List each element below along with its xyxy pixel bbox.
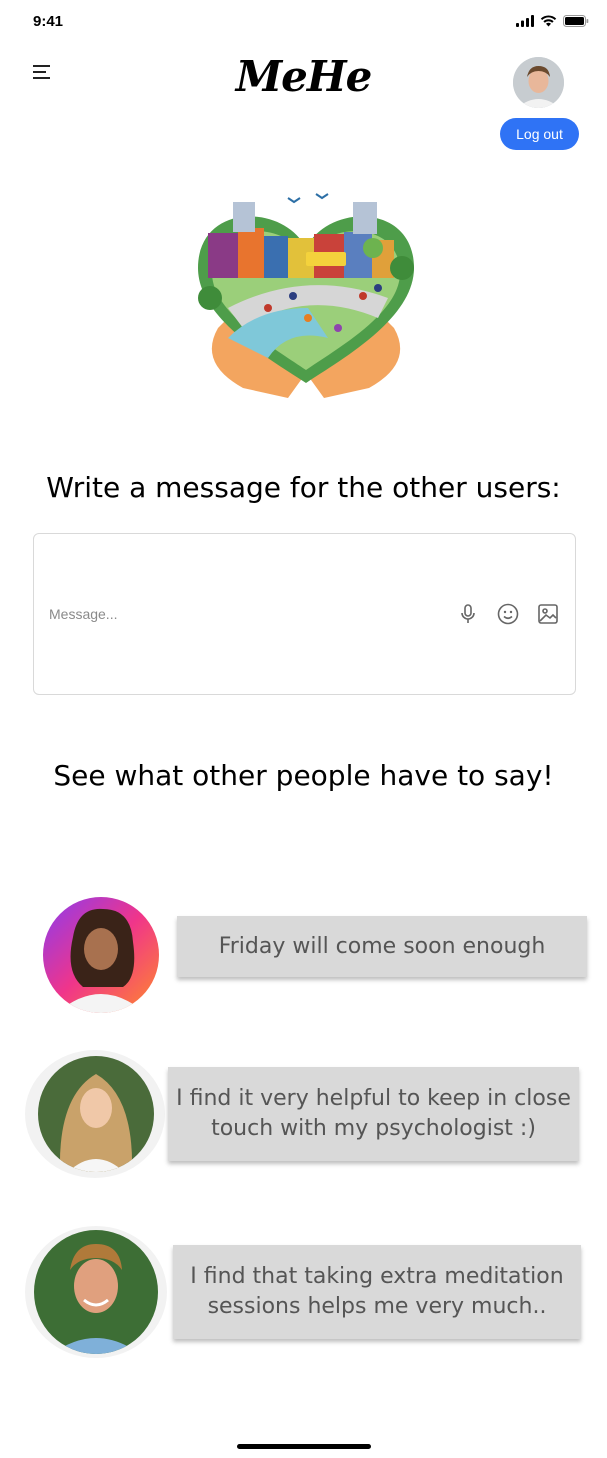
post-message: I find it very helpful to keep in close …: [168, 1067, 579, 1161]
emoji-icon[interactable]: [496, 602, 520, 626]
feed-title: See what other people have to say!: [53, 759, 554, 792]
community-heart-illustration: [198, 193, 414, 398]
post-avatar[interactable]: [43, 897, 159, 1013]
microphone-icon[interactable]: [456, 602, 480, 626]
message-box: [33, 533, 576, 695]
battery-icon: [563, 15, 589, 27]
logout-button[interactable]: Log out: [500, 118, 579, 150]
status-time: 9:41: [33, 13, 64, 30]
wifi-icon: [540, 15, 557, 27]
status-icons: [516, 15, 589, 27]
post-message: Friday will come soon enough: [177, 916, 587, 977]
message-input[interactable]: [49, 602, 429, 626]
status-bar: 9:41: [0, 0, 607, 44]
post-avatar[interactable]: [38, 1056, 154, 1172]
signal-icon: [516, 15, 534, 27]
post-message: I find that taking extra meditation sess…: [173, 1245, 581, 1339]
post-avatar[interactable]: [34, 1230, 158, 1354]
user-avatar[interactable]: [513, 57, 564, 108]
compose-title: Write a message for the other users:: [46, 471, 561, 504]
image-icon[interactable]: [536, 602, 560, 626]
home-indicator: [237, 1444, 371, 1449]
